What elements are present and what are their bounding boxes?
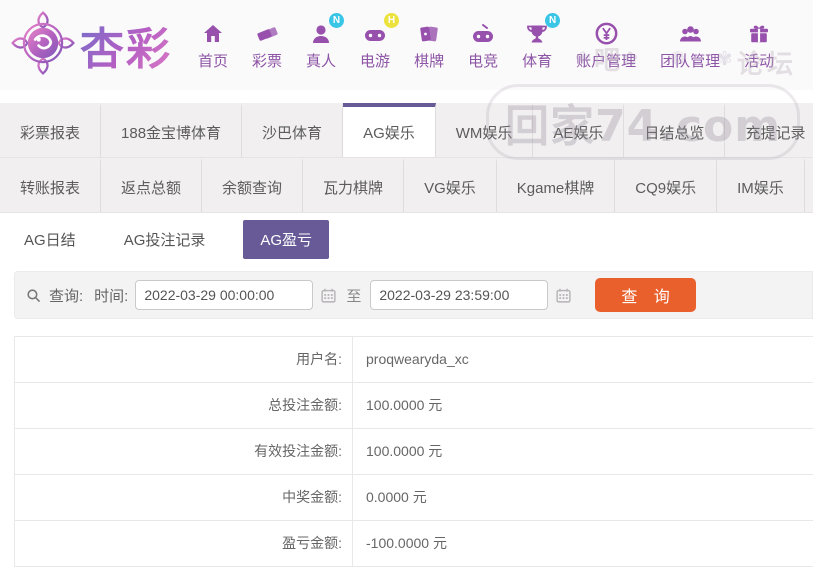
tab-kgame-chess[interactable]: Kgame棋牌 xyxy=(497,158,616,212)
yuan-coin-icon xyxy=(594,19,619,46)
gamepad-icon: H xyxy=(362,13,400,46)
tab-ae-entertainment[interactable]: AE娱乐 xyxy=(533,103,625,157)
table-row: 盈亏金额: -100.0000 元 xyxy=(15,521,813,566)
nav-item-label: 真人 xyxy=(306,53,337,70)
tab-daily-summary[interactable]: 日结总览 xyxy=(624,103,726,157)
badge-n: N xyxy=(329,13,345,28)
nav-spacer xyxy=(0,90,813,103)
nav-item-account-management[interactable]: 账户管理 xyxy=(576,19,636,71)
nav-item-lottery[interactable]: 彩票 xyxy=(252,19,282,71)
tab-ag-entertainment[interactable]: AG娱乐 xyxy=(343,103,436,157)
badge-n: N xyxy=(545,13,561,28)
to-label: 至 xyxy=(346,287,362,305)
tab-deposit-withdraw-record[interactable]: 充提记录 xyxy=(725,103,813,157)
top-nav: 杏彩 首页 彩票 N 真人 H 电游 棋牌 电竞 N 体育 账户管理 团队管理 … xyxy=(0,0,813,90)
brand-name: 杏彩 xyxy=(80,13,172,77)
tab-row-2: 转账报表 返点总额 余额查询 瓦力棋牌 VG娱乐 Kgame棋牌 CQ9娱乐 I… xyxy=(0,158,813,213)
brand-logo[interactable]: 杏彩 xyxy=(10,10,172,81)
time-label: 时间: xyxy=(94,287,129,305)
nav-item-label: 首页 xyxy=(198,53,229,70)
row-label: 总投注金额: xyxy=(15,383,353,428)
esports-gamepad-icon xyxy=(470,19,496,46)
nav-item-egames[interactable]: H 电游 xyxy=(360,13,400,71)
home-icon xyxy=(201,19,225,46)
nav-item-label: 电游 xyxy=(360,53,391,70)
search-icon xyxy=(25,287,42,304)
nav-item-home[interactable]: 首页 xyxy=(198,19,228,71)
nav-item-sports[interactable]: N 体育 xyxy=(522,13,561,71)
query-bar: 查询: 时间: 至 查 询 xyxy=(14,271,813,319)
nav-item-label: 彩票 xyxy=(252,53,283,70)
gift-icon xyxy=(747,19,771,46)
subtab-ag-profit[interactable]: AG盈亏 xyxy=(243,219,330,259)
start-time-input[interactable] xyxy=(135,280,314,310)
tab-cq9-entertainment[interactable]: CQ9娱乐 xyxy=(615,158,718,212)
team-icon xyxy=(678,19,703,46)
tab-im-entertainment[interactable]: IM娱乐 xyxy=(717,158,805,212)
query-button[interactable]: 查 询 xyxy=(595,278,696,312)
subtab-ag-daily[interactable]: AG日结 xyxy=(14,220,86,259)
tab-lottery-report[interactable]: 彩票报表 xyxy=(0,103,102,157)
tickets-icon xyxy=(255,19,279,46)
row-label: 中奖金额: xyxy=(15,475,353,520)
tab-wali-chess[interactable]: 瓦力棋牌 xyxy=(303,158,405,212)
nav-item-esports[interactable]: 电竞 xyxy=(468,19,498,71)
cards-icon xyxy=(417,19,441,46)
row-value: 0.0000 元 xyxy=(366,489,427,505)
nav-item-label: 账户管理 xyxy=(576,53,637,70)
nav-item-label: 棋牌 xyxy=(414,53,445,70)
badge-h: H xyxy=(384,13,400,28)
row-value: 100.0000 元 xyxy=(366,443,443,459)
nav-item-chess[interactable]: 棋牌 xyxy=(414,19,444,71)
nav-item-live[interactable]: N 真人 xyxy=(306,13,345,71)
nav-item-team-management[interactable]: 团队管理 xyxy=(660,19,720,71)
tab-yy-chess[interactable]: YY棋牌 xyxy=(805,158,813,212)
query-label: 查询: xyxy=(49,287,84,305)
subtab-ag-bet-record[interactable]: AG投注记录 xyxy=(114,220,216,259)
nav-item-label: 活动 xyxy=(744,53,775,70)
person-icon: N xyxy=(309,13,345,46)
profit-table: 用户名: proqwearyda_xc 总投注金额: 100.0000 元 有效… xyxy=(14,336,813,567)
row-label: 用户名: xyxy=(15,337,353,382)
calendar-icon[interactable] xyxy=(320,287,337,304)
end-time-input[interactable] xyxy=(370,280,549,310)
calendar-icon[interactable] xyxy=(555,287,572,304)
row-label: 盈亏金额: xyxy=(15,521,353,566)
tab-188-sport[interactable]: 188金宝博体育 xyxy=(101,103,243,157)
row-value: 100.0000 元 xyxy=(366,397,443,413)
tab-balance-query[interactable]: 余额查询 xyxy=(202,158,304,212)
trophy-icon: N xyxy=(525,13,561,46)
nav-item-label: 团队管理 xyxy=(660,53,721,70)
sub-tab-row: AG日结 AG投注记录 AG盈亏 xyxy=(0,213,813,265)
tab-shaba-sport[interactable]: 沙巴体育 xyxy=(242,103,344,157)
tab-row-1: 彩票报表 188金宝博体育 沙巴体育 AG娱乐 WM娱乐 AE娱乐 日结总览 充… xyxy=(0,103,813,158)
row-label: 有效投注金额: xyxy=(15,429,353,474)
row-value: -100.0000 元 xyxy=(366,535,447,551)
tab-rebate-total[interactable]: 返点总额 xyxy=(101,158,203,212)
table-row: 有效投注金额: 100.0000 元 xyxy=(15,429,813,475)
brand-emblem-icon xyxy=(10,10,76,81)
table-row: 总投注金额: 100.0000 元 xyxy=(15,383,813,429)
table-row: 中奖金额: 0.0000 元 xyxy=(15,475,813,521)
nav-item-label: 体育 xyxy=(522,53,553,70)
table-row: 用户名: proqwearyda_xc xyxy=(15,337,813,383)
nav-item-label: 电竞 xyxy=(468,53,499,70)
tab-wm-entertainment[interactable]: WM娱乐 xyxy=(436,103,534,157)
tab-transfer-report[interactable]: 转账报表 xyxy=(0,158,102,212)
tab-vg-entertainment[interactable]: VG娱乐 xyxy=(404,158,497,212)
nav-item-activities[interactable]: 活动 xyxy=(744,19,774,71)
row-value: proqwearyda_xc xyxy=(366,351,469,367)
